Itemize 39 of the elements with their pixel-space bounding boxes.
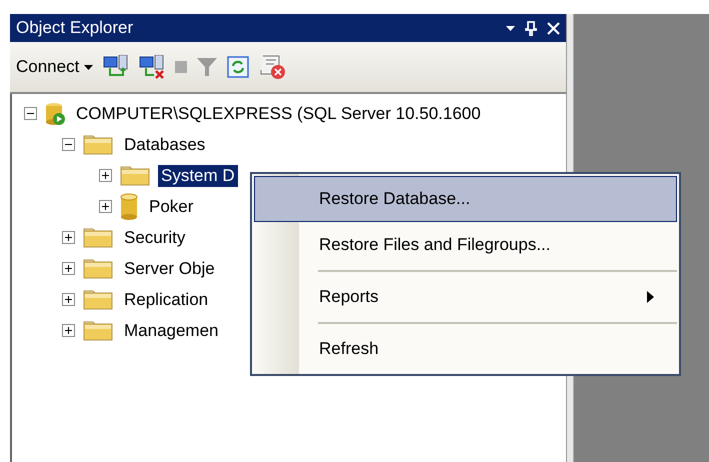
- tree-item[interactable]: Replication: [121, 288, 212, 310]
- tree-item[interactable]: Managemen: [121, 320, 222, 342]
- pin-icon[interactable]: [525, 20, 537, 36]
- tree-item[interactable]: COMPUTER\SQLEXPRESS (SQL Server 10.50.1600: [73, 102, 484, 124]
- expand-icon[interactable]: [99, 200, 112, 213]
- folder-icon: [83, 320, 113, 340]
- server-icon: [45, 102, 65, 126]
- dropdown-icon[interactable]: [506, 26, 515, 30]
- expand-icon[interactable]: [99, 169, 112, 182]
- submenu-arrow-icon: [647, 291, 654, 303]
- collapse-icon[interactable]: [24, 107, 37, 120]
- folder-icon: [83, 228, 113, 248]
- panel-title: Object Explorer: [16, 18, 134, 38]
- tree-item[interactable]: Databases: [121, 134, 208, 156]
- connect-button[interactable]: Connect: [16, 57, 94, 77]
- close-icon[interactable]: [547, 22, 560, 34]
- folder-icon: [83, 134, 113, 154]
- expand-icon[interactable]: [62, 324, 75, 337]
- menu-item[interactable]: Restore Database...: [254, 176, 677, 222]
- collapse-icon[interactable]: [62, 138, 75, 151]
- folder-icon: [83, 258, 113, 278]
- script-icon[interactable]: [259, 54, 288, 80]
- menu-item[interactable]: Restore Files and Filegroups...: [254, 222, 677, 268]
- refresh-icon[interactable]: [227, 56, 250, 78]
- tree-item[interactable]: Security: [121, 226, 188, 248]
- disconnect-icon[interactable]: [139, 55, 166, 79]
- tree-item[interactable]: Poker: [146, 196, 196, 218]
- menu-item[interactable]: Refresh: [254, 326, 677, 372]
- database-icon: [120, 192, 138, 220]
- expand-icon[interactable]: [62, 231, 75, 244]
- expand-icon[interactable]: [62, 262, 75, 275]
- tree-item[interactable]: Server Obje: [121, 258, 218, 280]
- tree-item[interactable]: System D: [158, 164, 238, 186]
- menu-item[interactable]: Reports: [254, 274, 677, 320]
- connect-icon[interactable]: [103, 55, 130, 79]
- caret-icon: [84, 64, 94, 70]
- expand-icon[interactable]: [62, 293, 75, 306]
- folder-icon: [83, 290, 113, 310]
- folder-icon: [120, 166, 150, 186]
